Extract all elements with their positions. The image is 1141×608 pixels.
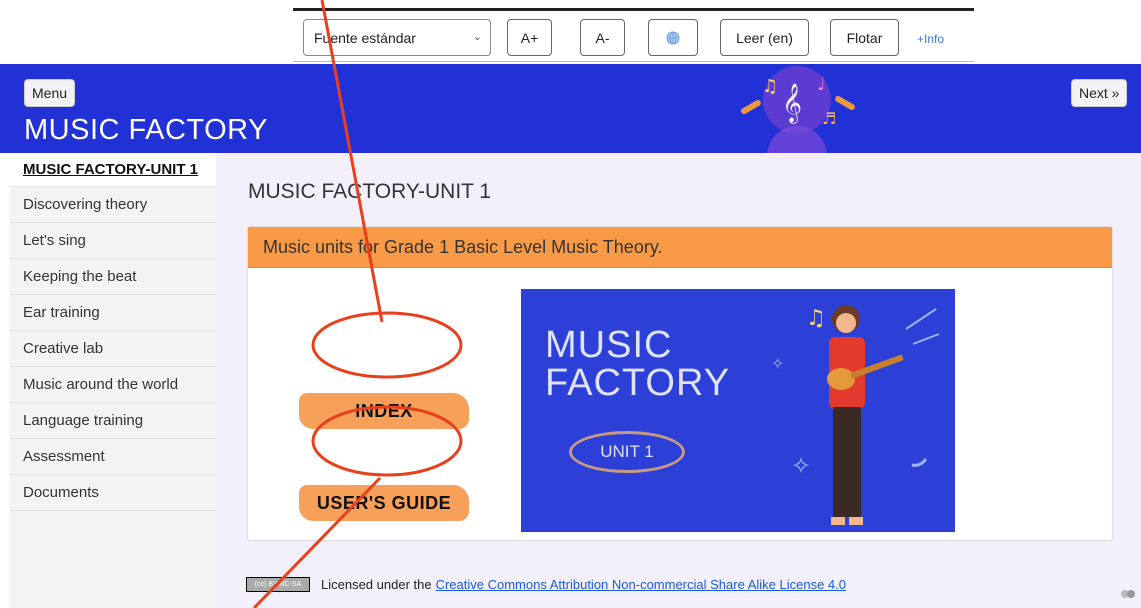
info-link[interactable]: +Info — [917, 32, 944, 46]
index-button[interactable]: INDEX — [299, 393, 469, 429]
cover-title-line1: MUSIC — [545, 324, 673, 366]
sidebar-item-discovering-theory[interactable]: Discovering theory — [10, 187, 216, 223]
float-button[interactable]: Flotar — [830, 19, 899, 56]
site-header: Menu MUSIC FACTORY 𝄞 ♫ ♩ ♬ Next » — [0, 64, 1141, 153]
sidebar-item-keeping-the-beat[interactable]: Keeping the beat — [10, 259, 216, 295]
cover-unit-label: UNIT 1 — [569, 431, 685, 473]
page-title: MUSIC FACTORY-UNIT 1 — [248, 180, 492, 203]
globe-icon — [666, 31, 680, 44]
font-select[interactable]: Fuente estándar ⌄ — [303, 19, 491, 56]
sidebar-item-language-training[interactable]: Language training — [10, 403, 216, 439]
unit-cover-image: MUSIC FACTORY UNIT 1 ♫ ✧ ✧ — [521, 289, 955, 532]
license-link[interactable]: Creative Commons Attribution Non-commerc… — [436, 577, 846, 592]
cover-title-line2: FACTORY — [545, 362, 731, 404]
sidebar-item-lets-sing[interactable]: Let's sing — [10, 223, 216, 259]
content-card: Music units for Grade 1 Basic Level Musi… — [247, 226, 1113, 541]
sidebar-item-documents[interactable]: Documents — [10, 475, 216, 511]
next-button[interactable]: Next » — [1071, 79, 1128, 107]
svg-text:𝄞: 𝄞 — [782, 83, 802, 124]
language-button[interactable] — [648, 19, 698, 56]
sidebar-item-unit-1[interactable]: MUSIC FACTORY-UNIT 1 — [10, 153, 216, 187]
read-aloud-button[interactable]: Leer (en) — [720, 19, 809, 56]
sidebar-item-creative-lab[interactable]: Creative lab — [10, 331, 216, 367]
increase-font-button[interactable]: A+ — [507, 19, 552, 56]
svg-text:✧: ✧ — [771, 354, 784, 373]
license-footer: (cc) BY-NC-SA Licensed under the Creativ… — [246, 577, 846, 592]
font-select-value: Fuente estándar — [314, 30, 416, 46]
chevron-down-icon: ⌄ — [472, 31, 482, 43]
accessibility-toolbar: Fuente estándar ⌄ A+ A- Leer (en) Flotar… — [293, 8, 974, 62]
decrease-font-button[interactable]: A- — [580, 19, 625, 56]
menu-button[interactable]: Menu — [24, 79, 76, 107]
cc-license-badge[interactable]: (cc) BY-NC-SA — [246, 577, 310, 592]
ukulele-player-illustration: ♫ ✧ ✧ — [771, 305, 940, 525]
main-content: MUSIC FACTORY-UNIT 1 Music units for Gra… — [216, 153, 1141, 608]
card-header: Music units for Grade 1 Basic Level Musi… — [248, 227, 1112, 268]
sidebar-item-ear-training[interactable]: Ear training — [10, 295, 216, 331]
cover-title: MUSIC FACTORY — [545, 326, 730, 402]
users-guide-button[interactable]: USER'S GUIDE — [299, 485, 469, 521]
sidebar-nav: MUSIC FACTORY-UNIT 1 Discovering theory … — [10, 153, 216, 608]
music-banner-image: 𝄞 ♫ ♩ ♬ — [741, 66, 855, 153]
svg-text:♬: ♬ — [822, 109, 836, 128]
site-title[interactable]: MUSIC FACTORY — [24, 114, 268, 147]
sidebar-item-music-around-the-world[interactable]: Music around the world — [10, 367, 216, 403]
svg-text:♩: ♩ — [817, 74, 826, 95]
svg-text:✧: ✧ — [791, 452, 811, 480]
svg-text:♫: ♫ — [762, 76, 778, 97]
license-text: Licensed under the — [321, 577, 432, 592]
svg-text:♫: ♫ — [806, 306, 826, 331]
sidebar-item-assessment[interactable]: Assessment — [10, 439, 216, 475]
mascot-icon[interactable] — [1120, 587, 1136, 601]
